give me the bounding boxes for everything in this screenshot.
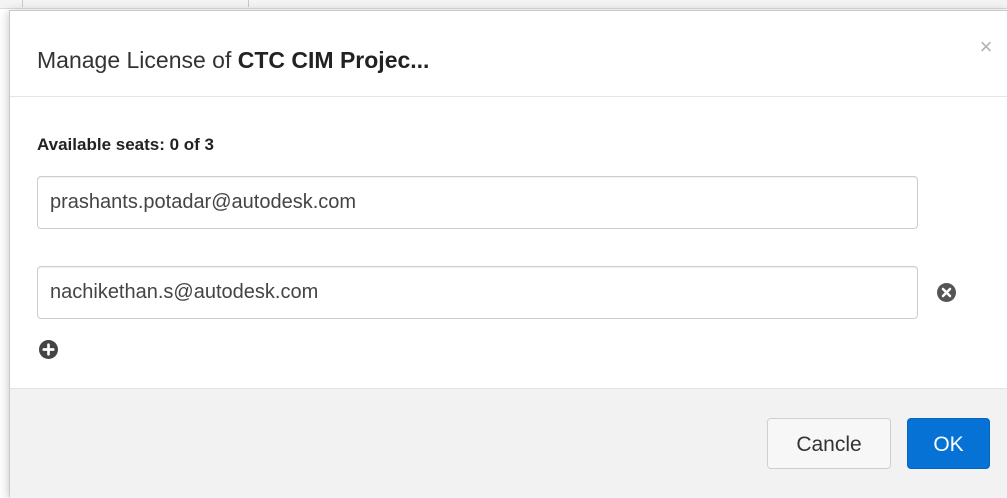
dialog-title: Manage License of CTC CIM Projec... bbox=[37, 47, 429, 74]
cancel-button[interactable]: Cancle bbox=[767, 418, 891, 469]
close-icon[interactable]: × bbox=[974, 35, 998, 59]
email-field[interactable] bbox=[37, 176, 918, 229]
dialog-body: Available seats: 0 of 3 bbox=[10, 97, 1007, 388]
dialog-title-project: CTC CIM Projec... bbox=[237, 47, 430, 73]
dialog-title-prefix: Manage License of bbox=[37, 47, 238, 73]
remove-circle-icon[interactable] bbox=[937, 283, 956, 302]
email-field[interactable] bbox=[37, 266, 918, 319]
add-circle-icon[interactable] bbox=[39, 340, 58, 359]
background-content-strip bbox=[0, 0, 1007, 9]
manage-license-dialog: Manage License of CTC CIM Projec... × Av… bbox=[9, 10, 1007, 498]
dialog-footer: Cancle OK bbox=[10, 388, 1007, 498]
background-divider bbox=[22, 0, 23, 7]
background-divider bbox=[248, 0, 249, 7]
dialog-header: Manage License of CTC CIM Projec... × bbox=[10, 11, 1007, 97]
ok-button[interactable]: OK bbox=[907, 418, 990, 469]
available-seats-label: Available seats: 0 of 3 bbox=[37, 135, 215, 154]
